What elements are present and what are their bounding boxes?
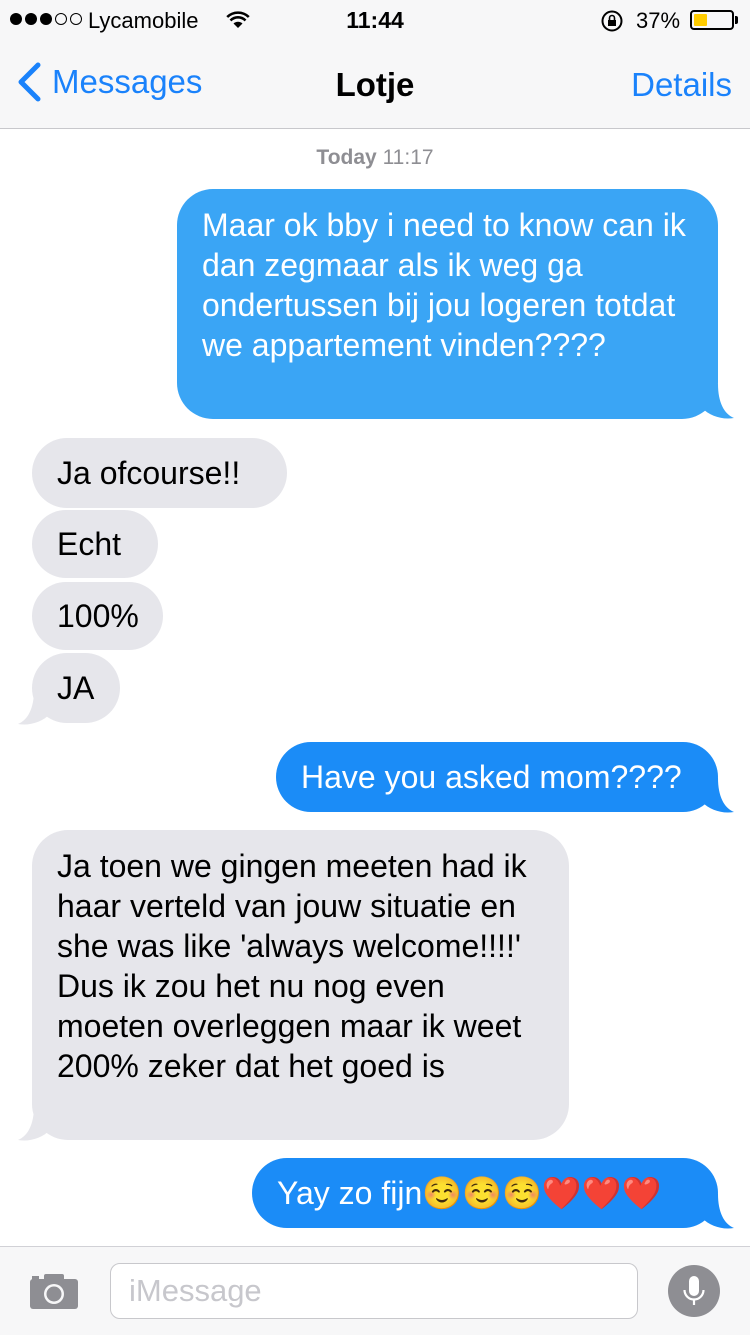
message-text: Have you asked mom???? bbox=[301, 759, 682, 795]
message-text: Ja toen we gingen meeten had ik haar ver… bbox=[57, 848, 527, 1084]
message-text: Yay zo fijn bbox=[277, 1175, 423, 1211]
message-text: 100% bbox=[57, 598, 139, 634]
navigation-bar: Messages Lotje Details bbox=[0, 40, 750, 129]
message-text: Maar ok bby i need to know can ik dan ze… bbox=[202, 207, 686, 363]
outgoing-message-bubble[interactable]: Maar ok bby i need to know can ik dan ze… bbox=[177, 189, 718, 419]
incoming-message-bubble[interactable]: Ja ofcourse!! bbox=[32, 438, 287, 508]
incoming-message-bubble[interactable]: JA bbox=[32, 653, 120, 723]
camera-button[interactable] bbox=[28, 1273, 80, 1316]
message-emojis: ☺️☺️☺️❤️❤️❤️ bbox=[422, 1174, 662, 1212]
rotation-lock-icon bbox=[600, 9, 624, 39]
camera-icon bbox=[30, 1274, 78, 1309]
microphone-icon bbox=[683, 1276, 705, 1305]
battery-percentage: 37% bbox=[636, 8, 681, 33]
incoming-message-bubble[interactable]: Echt bbox=[32, 510, 158, 578]
battery-icon bbox=[690, 10, 734, 30]
message-text: Ja ofcourse!! bbox=[57, 455, 241, 491]
microphone-button[interactable] bbox=[668, 1265, 720, 1317]
details-button[interactable]: Details bbox=[631, 66, 732, 104]
status-bar: Lycamobile 11:44 37% bbox=[0, 0, 750, 40]
timestamp-day: Today bbox=[316, 146, 377, 169]
timestamp-time: 11:17 bbox=[382, 146, 434, 169]
battery-tip bbox=[735, 16, 738, 24]
outgoing-message-bubble[interactable]: Have you asked mom???? bbox=[276, 742, 718, 812]
imessage-input[interactable] bbox=[110, 1263, 638, 1319]
battery-level bbox=[694, 14, 707, 26]
outgoing-message-bubble[interactable]: Yay zo fijn☺️☺️☺️❤️❤️❤️ bbox=[252, 1158, 718, 1228]
message-input-bar bbox=[0, 1246, 750, 1335]
thread-timestamp: Today 11:17 bbox=[0, 146, 750, 170]
incoming-message-bubble[interactable]: 100% bbox=[32, 582, 163, 650]
incoming-message-bubble[interactable]: Ja toen we gingen meeten had ik haar ver… bbox=[32, 830, 569, 1140]
message-text: Echt bbox=[57, 526, 122, 562]
message-text: JA bbox=[57, 670, 95, 706]
